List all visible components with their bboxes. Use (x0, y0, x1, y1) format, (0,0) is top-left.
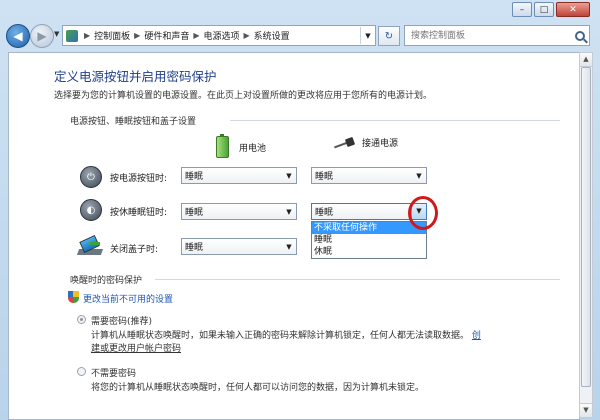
search-input[interactable] (409, 29, 563, 42)
scroll-down-arrow[interactable]: ▼ (580, 403, 592, 417)
window-controls: – □ ✕ (512, 2, 590, 17)
uac-shield-icon (68, 291, 79, 303)
control-panel-icon (66, 29, 78, 42)
no-password-label: 不需要密码 (91, 369, 137, 379)
sleep-button-dropdown-list[interactable]: 不采取任何操作 睡眠 休眠 (311, 221, 427, 259)
search-icon[interactable] (575, 30, 585, 41)
select-value: 睡眠 (315, 208, 334, 218)
battery-icon (216, 134, 229, 158)
breadcrumb-hardware-sound[interactable]: 硬件和声音 (142, 29, 191, 42)
section-heading-buttons: 电源按钮、睡眠按钮和盖子设置 (70, 117, 197, 127)
sleep-button-icon: ◐ (80, 199, 102, 221)
breadcrumb-control-panel[interactable]: 控制面板 (92, 29, 132, 42)
power-button-plugged-select[interactable]: 睡眠 ▼ (311, 167, 427, 184)
require-password-radio[interactable] (77, 315, 86, 324)
chevron-right-icon[interactable]: ▶ (242, 31, 252, 40)
chevron-right-icon: ▶ (84, 31, 91, 40)
select-value: 睡眠 (315, 172, 334, 182)
require-password-desc-text: 计算机从睡眠状态唤醒时，如果未输入正确的密码来解除计算机锁定，任何人都无法读取数… (91, 331, 470, 341)
back-button[interactable]: ◀ (6, 24, 30, 48)
chevron-down-icon[interactable]: ▼ (282, 172, 296, 180)
select-value: 睡眠 (185, 208, 204, 218)
select-value: 睡眠 (185, 172, 204, 182)
row-label-sleep-button: 按休睡眠钮时: (110, 208, 168, 218)
dropdown-option-hibernate[interactable]: 休眠 (312, 246, 426, 258)
column-plugged-label: 接通电源 (362, 139, 399, 149)
column-battery: 用电池 (216, 134, 267, 158)
chevron-down-icon[interactable]: ▼ (282, 208, 296, 216)
address-bar[interactable]: ▶ 控制面板 ▶ 硬件和声音 ▶ 电源选项 ▶ 系统设置 ▼ (62, 25, 376, 46)
section-heading-password: 唤醒时的密码保护 (70, 276, 143, 286)
section-divider (155, 279, 560, 280)
no-password-radio[interactable] (77, 367, 86, 376)
scroll-up-arrow[interactable]: ▲ (580, 53, 592, 67)
breadcrumb-power-options[interactable]: 电源选项 (202, 29, 242, 42)
vertical-scrollbar[interactable]: ▲ ▼ (579, 52, 593, 418)
section-divider (230, 120, 560, 121)
change-unavailable-settings-link[interactable]: 更改当前不可用的设置 (83, 292, 173, 305)
minimize-button[interactable]: – (512, 2, 532, 17)
row-label-power-button: 按电源按钮时: (110, 174, 168, 184)
breadcrumb-system-settings[interactable]: 系统设置 (252, 29, 292, 42)
row-label-close-lid: 关闭盖子时: (110, 245, 159, 255)
chevron-right-icon[interactable]: ▶ (132, 31, 142, 40)
refresh-button[interactable]: ↻ (378, 26, 400, 46)
column-plugged: 接通电源 (334, 136, 398, 149)
no-password-desc: 将您的计算机从睡眠状态唤醒时，任何人都可以访问您的数据，因为计算机未锁定。 (91, 383, 425, 393)
sleep-button-battery-select[interactable]: 睡眠 ▼ (181, 203, 297, 220)
chevron-down-icon[interactable]: ▼ (282, 243, 296, 251)
require-password-label: 需要密码(推荐) (91, 317, 153, 327)
forward-button[interactable]: ▶ (30, 24, 54, 48)
maximize-button[interactable]: □ (534, 2, 554, 17)
address-dropdown-icon[interactable]: ▼ (360, 27, 375, 44)
power-button-icon: ⏻ (80, 166, 102, 188)
chevron-right-icon[interactable]: ▶ (191, 31, 201, 40)
column-battery-label: 用电池 (239, 143, 267, 154)
create-password-link-start[interactable]: 创 (472, 331, 481, 341)
power-button-battery-select[interactable]: 睡眠 ▼ (181, 167, 297, 184)
dropdown-option-sleep[interactable]: 睡眠 (312, 234, 426, 246)
laptop-lid-icon (76, 234, 104, 255)
close-button[interactable]: ✕ (556, 2, 590, 17)
chevron-down-icon[interactable]: ▼ (412, 172, 426, 180)
power-plug-icon (334, 138, 356, 148)
dropdown-option-do-nothing[interactable]: 不采取任何操作 (312, 222, 426, 234)
select-value: 睡眠 (185, 243, 204, 253)
history-dropdown-icon[interactable]: ▼ (54, 30, 59, 38)
navigation-bar: ◀ ▶ ▼ ▶ 控制面板 ▶ 硬件和声音 ▶ 电源选项 ▶ 系统设置 ▼ ↻ (0, 20, 600, 50)
page-title: 定义电源按钮并启用密码保护 (54, 69, 217, 84)
search-box[interactable] (404, 25, 590, 46)
require-password-desc: 计算机从睡眠状态唤醒时，如果未输入正确的密码来解除计算机锁定，任何人都无法读取数… (91, 328, 481, 341)
close-lid-battery-select[interactable]: 睡眠 ▼ (181, 238, 297, 255)
red-annotation-circle (408, 196, 438, 230)
page-subtitle: 选择要为您的计算机设置的电源设置。在此页上对设置所做的更改将应用于您所有的电源计… (54, 91, 433, 101)
scroll-thumb[interactable] (581, 67, 591, 387)
create-password-link[interactable]: 建或更改用户帐户密码 (91, 341, 181, 354)
